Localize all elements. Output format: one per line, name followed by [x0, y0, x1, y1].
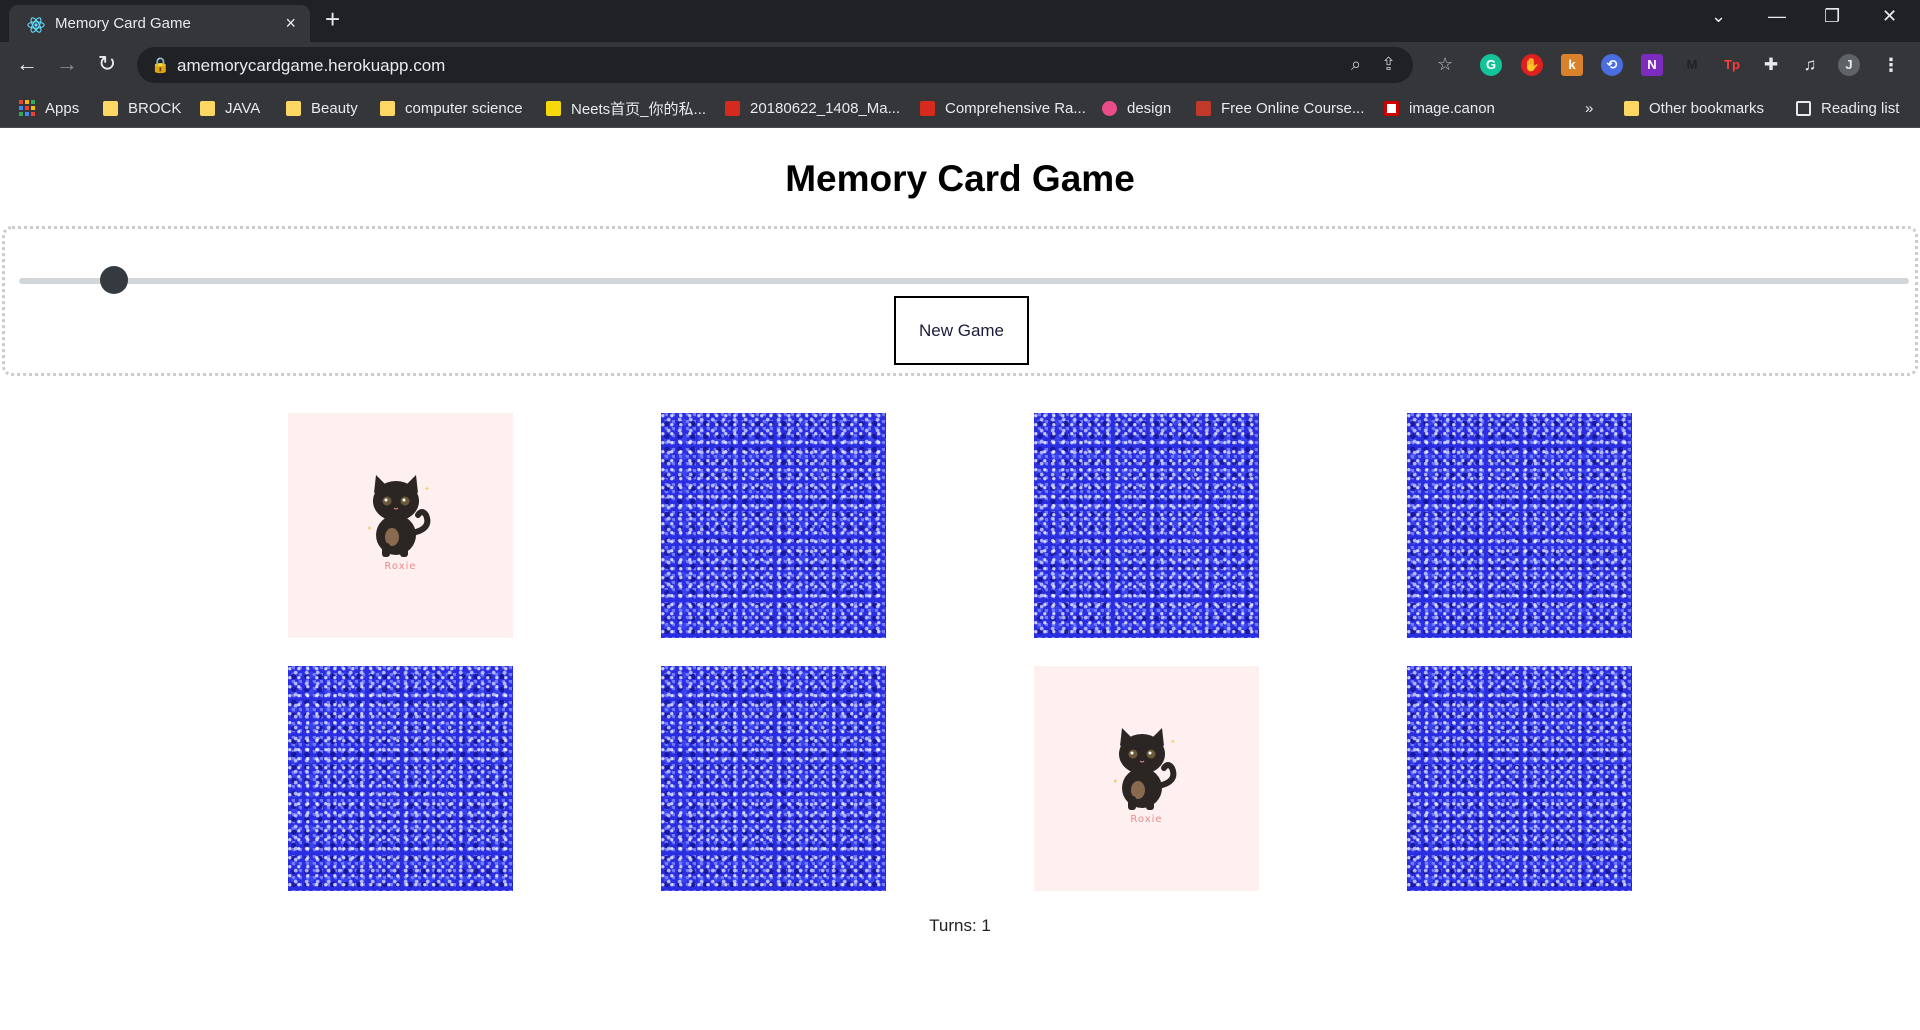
bookmark-other-bookmarks[interactable]: Other bookmarks — [1624, 97, 1764, 119]
browser-tab-strip: Memory Card Game × + ⌄ — ❐ ✕ — [0, 0, 1920, 42]
memory-card-face-down[interactable] — [661, 413, 886, 638]
close-tab-icon[interactable]: × — [285, 13, 296, 34]
folder-icon — [103, 100, 118, 116]
tp-extension-icon[interactable]: Tp — [1721, 54, 1743, 76]
bookmark-star-icon[interactable]: ☆ — [1437, 54, 1453, 75]
adblock-extension-icon[interactable]: ✋ — [1521, 54, 1543, 76]
reading-list-label: Reading list — [1821, 99, 1900, 117]
bookmark-label: computer science — [405, 99, 523, 117]
page-content: Memory Card Game New Game ✦ ✦ Roxie ✦ ✦ Roxie… — [0, 128, 1920, 1030]
bookmark-beauty[interactable]: Beauty — [286, 97, 358, 119]
memory-card-face-up[interactable]: ✦ ✦ Roxie — [1034, 666, 1259, 891]
bookmark-label: Beauty — [311, 99, 358, 117]
browser-toolbar: ← → ↻ 🔒 amemorycardgame.herokuapp.com ⌕ … — [0, 42, 1920, 88]
dribbble-icon — [1102, 100, 1117, 116]
turns-counter: Turns: 1 — [929, 916, 991, 935]
memory-card-face-down[interactable] — [1407, 666, 1632, 891]
new-tab-icon[interactable]: + — [325, 6, 340, 32]
slider-track[interactable] — [19, 278, 1909, 284]
memory-card-face-down[interactable] — [1407, 413, 1632, 638]
bookmark-neets[interactable]: Neets首页_你的私... — [546, 97, 706, 119]
folder-icon — [1624, 100, 1639, 116]
zoom-icon[interactable]: ⌕ — [1351, 54, 1361, 75]
bookmark-label: design — [1127, 99, 1172, 117]
bookmark-label: 20180622_1408_Ma... — [750, 99, 901, 117]
svg-text:✦: ✦ — [366, 524, 373, 533]
bookmark-image-canon[interactable]: image.canon — [1384, 97, 1495, 119]
bookmark-label: BROCK — [128, 99, 182, 117]
maple-leaf-icon — [920, 100, 935, 116]
react-favicon-icon — [27, 17, 45, 33]
bookmark-20180622[interactable]: 20180622_1408_Ma... — [725, 97, 900, 119]
bookmarks-bar: Apps BROCK JAVA Beauty computer science … — [0, 88, 1920, 128]
bookmark-brock[interactable]: BROCK — [103, 97, 181, 119]
medium-extension-icon[interactable]: M — [1681, 54, 1703, 76]
bookmark-label: Apps — [45, 99, 80, 117]
cat-image-icon: ✦✦ — [366, 475, 431, 557]
menu-kebab-icon[interactable]: ⋮ — [1880, 54, 1902, 76]
back-icon[interactable]: ← — [13, 50, 41, 78]
site-icon — [1196, 100, 1211, 116]
close-window-icon[interactable]: ✕ — [1882, 6, 1897, 27]
address-bar[interactable]: 🔒 amemorycardgame.herokuapp.com ⌕ ⇪ ☆ — [137, 47, 1453, 83]
game-controls: New Game — [2, 226, 1918, 376]
new-game-button[interactable]: New Game — [894, 296, 1029, 365]
bookmark-java[interactable]: JAVA — [200, 97, 260, 119]
bookmark-label: JAVA — [225, 99, 261, 117]
site-icon — [1384, 100, 1399, 116]
reload-icon[interactable]: ↻ — [93, 50, 121, 78]
svg-text:✦: ✦ — [1112, 777, 1119, 786]
grammarly-extension-icon[interactable]: G — [1480, 54, 1502, 76]
reading-list-icon — [1796, 100, 1811, 116]
tab-search-icon[interactable]: ⌄ — [1711, 6, 1726, 27]
bookmark-label: Neets首页_你的私... — [571, 100, 707, 118]
media-control-icon[interactable]: ♫ — [1799, 54, 1821, 76]
lock-icon[interactable]: 🔒 — [151, 56, 170, 74]
forward-icon[interactable]: → — [53, 50, 81, 78]
extensions-puzzle-icon[interactable]: ✚ — [1760, 54, 1782, 76]
more-bookmarks-icon[interactable]: » — [1585, 97, 1593, 119]
folder-icon — [380, 100, 395, 116]
folder-icon — [286, 100, 301, 116]
memory-card-face-up[interactable]: ✦ ✦ Roxie — [288, 413, 513, 638]
slider-thumb[interactable] — [99, 266, 128, 294]
bookmark-label: Free Online Course... — [1221, 99, 1365, 117]
memory-card-face-down[interactable] — [661, 666, 886, 891]
bookmark-design[interactable]: design — [1102, 97, 1171, 119]
reading-list[interactable]: Reading list — [1796, 97, 1899, 119]
restore-icon[interactable]: ❐ — [1824, 6, 1840, 27]
folder-icon — [200, 100, 215, 116]
site-icon — [546, 100, 561, 116]
bookmark-label: Other bookmarks — [1649, 99, 1765, 117]
maple-leaf-icon — [725, 100, 740, 116]
svg-text:✦: ✦ — [424, 485, 430, 493]
share-icon[interactable]: ⇪ — [1381, 54, 1396, 75]
card-cat-name: Roxie — [384, 561, 417, 572]
cat-image-icon: ✦✦ — [1112, 728, 1177, 810]
apps-grid-icon — [19, 100, 35, 116]
bookmark-apps[interactable]: Apps — [19, 97, 79, 119]
bookmark-label: image.canon — [1409, 99, 1495, 117]
browser-tab[interactable]: Memory Card Game × — [9, 5, 310, 42]
memory-card-face-down[interactable] — [1034, 413, 1259, 638]
bookmark-comprehensive[interactable]: Comprehensive Ra... — [920, 97, 1086, 119]
k-extension-icon[interactable]: k — [1561, 54, 1583, 76]
page-title: Memory Card Game — [785, 158, 1135, 199]
translate-extension-icon[interactable]: ⟲ — [1601, 54, 1623, 76]
bookmark-computer-science[interactable]: computer science — [380, 97, 523, 119]
url-text[interactable]: amemorycardgame.herokuapp.com — [177, 56, 445, 76]
memory-card-face-down[interactable] — [288, 666, 513, 891]
minimize-icon[interactable]: — — [1768, 6, 1786, 27]
bookmark-label: Comprehensive Ra... — [945, 99, 1086, 117]
profile-avatar[interactable]: J — [1838, 54, 1860, 76]
tab-title: Memory Card Game — [55, 15, 191, 32]
bookmark-free-online-course[interactable]: Free Online Course... — [1196, 97, 1364, 119]
svg-text:✦: ✦ — [1170, 738, 1176, 746]
card-cat-name: Roxie — [1130, 814, 1163, 825]
onenote-extension-icon[interactable]: N — [1641, 54, 1663, 76]
